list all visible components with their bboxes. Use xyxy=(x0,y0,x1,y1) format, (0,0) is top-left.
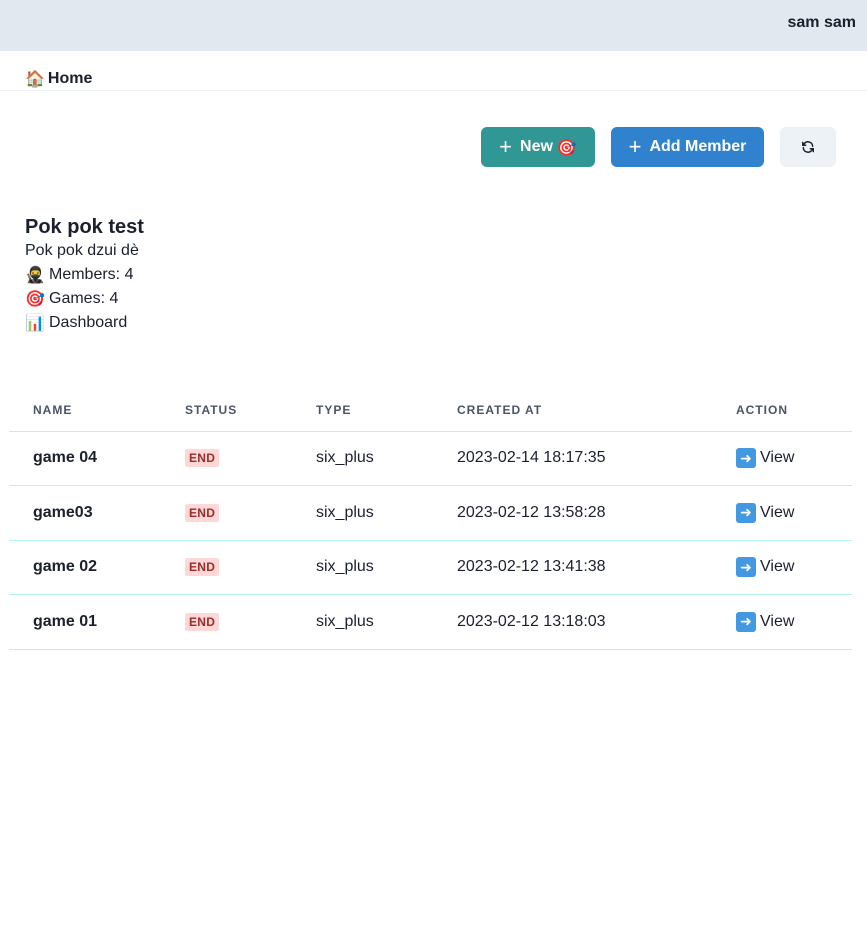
right-arrow-icon: ➜ xyxy=(736,611,756,632)
new-button-label: New xyxy=(520,138,553,155)
table-row: game 01 END six_plus 2023-02-12 13:18:03… xyxy=(9,594,852,650)
group-info: Pok pok test Pok pok dzui dè 🥷 Members: … xyxy=(25,215,144,335)
add-member-label: Add Member xyxy=(649,138,747,155)
right-arrow-icon: ➜ xyxy=(736,502,756,523)
view-link[interactable]: ➜ View xyxy=(736,502,794,523)
game-name: game 04 xyxy=(9,431,161,486)
action-cell: ➜ View xyxy=(712,485,852,541)
created-at: 2023-02-12 13:18:03 xyxy=(433,594,712,650)
status-cell: END xyxy=(161,540,292,595)
status-badge: END xyxy=(185,612,220,631)
game-type: six_plus xyxy=(292,485,433,541)
view-link[interactable]: ➜ View xyxy=(736,557,794,578)
created-at: 2023-02-12 13:41:38 xyxy=(433,540,712,595)
table-row: game03 END six_plus 2023-02-12 13:58:28 … xyxy=(9,485,852,541)
column-header-action: ACTION xyxy=(712,390,852,432)
action-cell: ➜ View xyxy=(712,431,852,486)
dashboard-link[interactable]: 📊 Dashboard xyxy=(25,311,144,335)
plus-icon: + xyxy=(499,134,513,159)
home-label: Home xyxy=(47,69,93,87)
action-cell: ➜ View xyxy=(712,594,852,650)
game-type: six_plus xyxy=(292,594,433,650)
table-header-row: NAME STATUS TYPE CREATED AT ACTION xyxy=(9,390,852,432)
right-arrow-icon: ➜ xyxy=(736,448,756,469)
ninja-icon: 🥷 xyxy=(25,265,45,284)
group-name: Pok pok test xyxy=(25,216,144,238)
games-count: 🎯 Games: 4 xyxy=(25,287,144,311)
user-name[interactable]: sam sam xyxy=(788,14,857,32)
game-name: game 02 xyxy=(9,540,161,595)
created-at: 2023-02-12 13:58:28 xyxy=(433,485,712,541)
refresh-button[interactable] xyxy=(780,127,836,167)
bar-chart-icon: 📊 xyxy=(25,313,45,332)
column-header-created-at: CREATED AT xyxy=(433,390,712,432)
game-type: six_plus xyxy=(292,540,433,595)
game-name: game 01 xyxy=(9,594,161,650)
group-description: Pok pok dzui dè xyxy=(25,242,139,259)
view-link[interactable]: ➜ View xyxy=(736,611,794,632)
game-name: game03 xyxy=(9,485,161,541)
add-member-button[interactable]: + Add Member xyxy=(611,127,764,167)
table-row: game 04 END six_plus 2023-02-14 18:17:35… xyxy=(9,431,852,486)
created-at: 2023-02-14 18:17:35 xyxy=(433,431,712,486)
status-cell: END xyxy=(161,485,292,541)
table-row: game 02 END six_plus 2023-02-12 13:41:38… xyxy=(9,540,852,595)
target-icon: 🎯 xyxy=(25,289,45,308)
target-icon: 🎯 xyxy=(556,137,577,157)
status-cell: END xyxy=(161,594,292,650)
status-badge: END xyxy=(185,449,220,468)
view-link[interactable]: ➜ View xyxy=(736,448,794,469)
column-header-type: TYPE xyxy=(292,390,433,432)
members-count[interactable]: 🥷 Members: 4 xyxy=(25,263,144,287)
status-cell: END xyxy=(161,431,292,486)
action-cell: ➜ View xyxy=(712,540,852,595)
breadcrumb: 🏠 Home xyxy=(0,51,867,91)
home-link[interactable]: 🏠 Home xyxy=(25,69,92,88)
house-icon: 🏠 xyxy=(25,69,45,88)
plus-icon: + xyxy=(628,134,642,159)
game-type: six_plus xyxy=(292,431,433,486)
new-game-button[interactable]: + New 🎯 xyxy=(481,127,595,167)
status-badge: END xyxy=(185,503,220,522)
right-arrow-icon: ➜ xyxy=(736,557,756,578)
games-table: NAME STATUS TYPE CREATED AT ACTION game … xyxy=(9,390,852,650)
column-header-name: NAME xyxy=(9,390,161,432)
status-badge: END xyxy=(185,558,220,577)
column-header-status: STATUS xyxy=(161,390,292,432)
top-bar: sam sam xyxy=(0,0,867,51)
refresh-icon xyxy=(802,141,814,153)
